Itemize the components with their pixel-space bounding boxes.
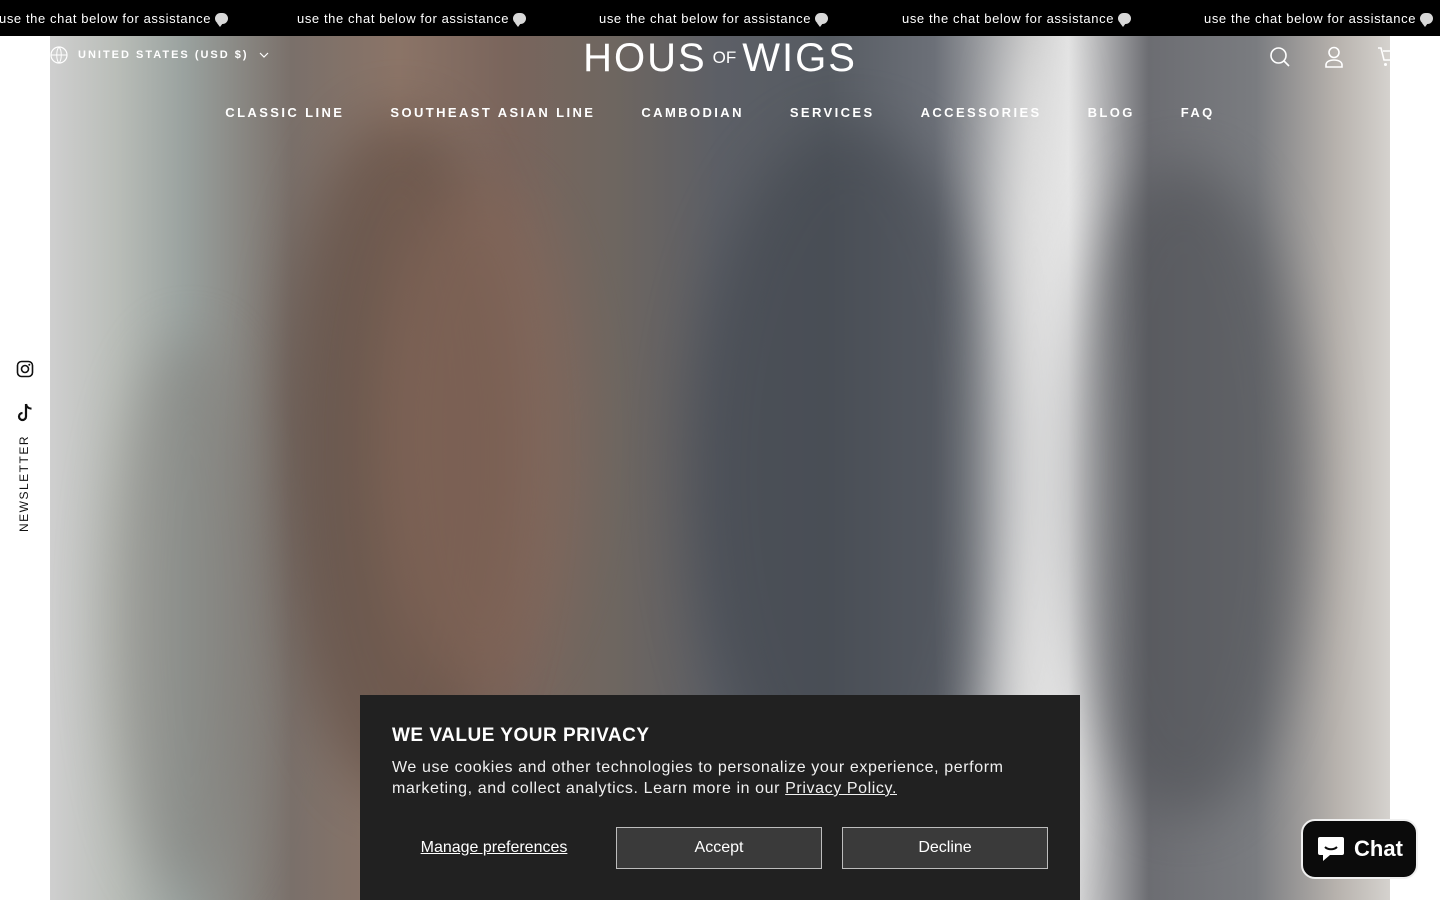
privacy-policy-link[interactable]: Privacy Policy. [785,780,897,797]
main-navigation: CLASSIC LINE SOUTHEAST ASIAN LINE CAMBOD… [0,105,1440,120]
nav-item-classic-line[interactable]: CLASSIC LINE [225,105,344,120]
instagram-icon[interactable] [16,360,34,383]
header-actions [1268,44,1400,70]
speech-bubble-icon [815,13,829,27]
tiktok-icon[interactable] [16,403,34,428]
speech-bubble-icon [1420,13,1434,27]
speech-bubble-icon [1118,13,1132,27]
chat-button[interactable]: Chat [1301,819,1418,879]
nav-item-southeast-asian-line[interactable]: SOUTHEAST ASIAN LINE [390,105,595,120]
announcement-text: use the chat below for assistance [1204,11,1434,27]
logo-text: OF [712,48,737,67]
nav-item-cambodian[interactable]: CAMBODIAN [641,105,743,120]
chevron-down-icon [259,52,268,58]
decline-button[interactable]: Decline [842,827,1048,869]
nav-item-accessories[interactable]: ACCESSORIES [921,105,1042,120]
nav-item-services[interactable]: SERVICES [790,105,875,120]
locale-selector[interactable]: UNITED STATES (USD $) [50,46,269,64]
announcement-bar: use the chat below for assistance use th… [0,0,1440,36]
nav-item-faq[interactable]: FAQ [1181,105,1215,120]
logo-text: WIGS [742,35,857,80]
announcement-text: use the chat below for assistance [297,11,527,27]
cookie-body-text: We use cookies and other technologies to… [392,759,1004,797]
newsletter-link[interactable]: NEWSLETTER [17,435,31,532]
chat-bubble-icon [1318,837,1345,861]
cookie-actions: Manage preferences Accept Decline [392,827,1048,869]
announcement-text: use the chat below for assistance [902,11,1132,27]
nav-item-blog[interactable]: BLOG [1088,105,1135,120]
logo-text: HOUS [583,35,707,80]
search-icon[interactable] [1268,44,1292,70]
announcement-text: use the chat below for assistance [0,11,229,27]
social-links [0,360,50,428]
globe-icon [50,46,68,64]
announcement-text: use the chat below for assistance [599,11,829,27]
cookie-description: We use cookies and other technologies to… [392,757,1048,799]
chat-label: Chat [1354,836,1403,861]
cookie-consent-banner: WE VALUE YOUR PRIVACY We use cookies and… [360,695,1080,900]
account-icon[interactable] [1322,44,1346,70]
site-logo[interactable]: HOUS OF WIGS [577,36,863,80]
cart-icon[interactable] [1376,44,1400,70]
accept-button[interactable]: Accept [616,827,822,869]
speech-bubble-icon [513,13,527,27]
cookie-title: WE VALUE YOUR PRIVACY [392,725,650,746]
speech-bubble-icon [215,13,229,27]
manage-preferences-link[interactable]: Manage preferences [392,839,596,857]
locale-label: UNITED STATES (USD $) [78,49,249,61]
